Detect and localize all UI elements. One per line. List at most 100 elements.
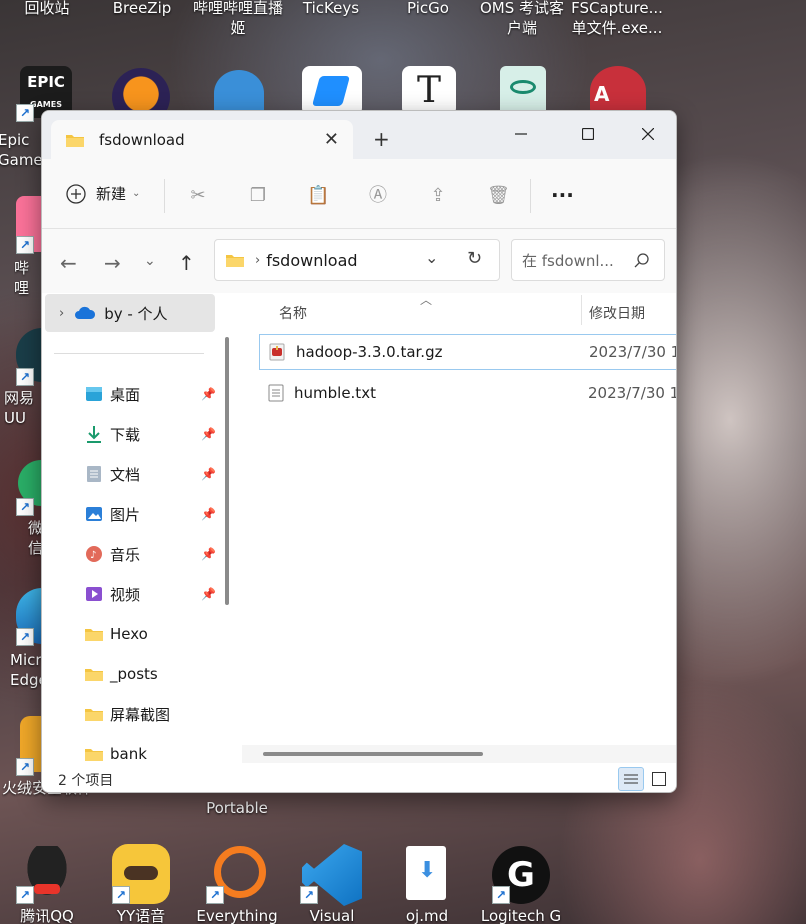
desktop-label: Microsoft Edge (10, 651, 42, 689)
desktop-icon-qq[interactable]: 腾讯QQ (2, 906, 92, 924)
folder-icon (226, 255, 244, 267)
svg-text:♪: ♪ (90, 550, 96, 561)
address-bar[interactable]: › fsdownload ⌄ ↻ (214, 239, 500, 281)
details-view-button[interactable] (618, 767, 644, 791)
desktop-label: YY语音 (116, 907, 166, 924)
share-icon[interactable]: ⇪ (427, 185, 449, 207)
close-tab-icon[interactable]: ✕ (324, 129, 339, 150)
sidebar-item-pictures[interactable]: 图片 📌 (84, 498, 216, 530)
download-icon (84, 424, 104, 444)
copy-icon[interactable]: ❐ (247, 185, 269, 207)
desktop-icon-yy[interactable]: YY语音 (96, 906, 186, 924)
sidebar-item-label: 图片 (110, 505, 141, 524)
pin-icon: 📌 (201, 467, 216, 481)
sidebar-item-videos[interactable]: 视频 📌 (84, 578, 216, 610)
delete-icon[interactable]: 🗑 (487, 185, 510, 207)
column-header-modified[interactable]: 修改日期 (589, 303, 645, 323)
desktop-icon-vscode[interactable]: Visual (287, 906, 377, 924)
breadcrumb-current[interactable]: fsdownload (266, 251, 357, 270)
minimize-button[interactable] (498, 119, 544, 149)
desktop-icon-wechat[interactable]: 微信 (28, 518, 42, 558)
desktop-icon-bilibili-live[interactable]: 哔哩哔哩直播姬 (190, 0, 286, 38)
refresh-icon[interactable]: ↻ (467, 248, 482, 269)
breadcrumb-chevron-icon: › (255, 252, 261, 268)
recent-chevron-icon[interactable]: ⌄ (144, 253, 156, 269)
desktop-icon-edge[interactable]: Microsoft Edge (10, 650, 42, 690)
more-options-button[interactable]: ... (551, 179, 574, 201)
desktop-icon-everything[interactable]: Everything (192, 906, 282, 924)
sidebar-item-music[interactable]: ♪ 音乐 📌 (84, 538, 216, 570)
new-tab-button[interactable]: + (373, 127, 390, 151)
sidebar-item-downloads[interactable]: 下载 📌 (84, 418, 216, 450)
desktop-icon-epic[interactable]: Epic Games Launcher (0, 130, 42, 170)
desktop-icon-logitech[interactable]: Logitech G (476, 906, 566, 924)
desktop-label: TicKeys (302, 0, 360, 17)
toolbar-divider (164, 179, 165, 213)
desktop-label: OMS 考试客户端 (479, 0, 565, 37)
rename-icon[interactable]: Ⓐ (367, 185, 389, 207)
shortcut-arrow-icon: ↗ (112, 886, 130, 904)
desktop-icon-picgo[interactable]: PicGo (383, 0, 473, 18)
tab-title: fsdownload (99, 130, 185, 149)
tab-fsdownload[interactable]: fsdownload ✕ (51, 120, 353, 159)
shortcut-arrow-icon: ↗ (206, 886, 224, 904)
desktop-icon-uu[interactable]: 网易UU (4, 388, 42, 428)
file-row-hadoop[interactable]: hadoop-3.3.0.tar.gz 2023/7/30 1 (259, 334, 677, 370)
desktop-label: Visual (309, 907, 355, 924)
maximize-button[interactable] (565, 119, 611, 149)
sidebar-item-desktop[interactable]: 桌面 📌 (84, 378, 216, 410)
shortcut-arrow-icon: ↗ (16, 498, 34, 516)
address-dropdown-icon[interactable]: ⌄ (425, 248, 438, 267)
file-row-humble[interactable]: humble.txt 2023/7/30 1 (259, 375, 676, 411)
new-button[interactable]: 新建 ⌄ (66, 183, 140, 204)
command-bar: 新建 ⌄ ✂ ❐ 📋 Ⓐ ⇪ 🗑 ... (42, 159, 676, 229)
tickeys-icon[interactable] (302, 66, 362, 116)
sidebar-item-hexo[interactable]: Hexo (84, 618, 216, 650)
horizontal-scrollbar[interactable] (263, 752, 483, 756)
up-arrow-icon[interactable]: ↑ (178, 251, 195, 275)
desktop-icon-recycle-bin[interactable]: 回收站 (2, 0, 92, 18)
desktop-icon-fscapture[interactable]: FSCapture... 单文件.exe... (570, 0, 664, 38)
sidebar-divider (54, 353, 204, 354)
tiles-view-icon (652, 772, 666, 786)
pin-icon: 📌 (201, 427, 216, 441)
paste-icon[interactable]: 📋 (307, 185, 329, 207)
sidebar-item-onedrive[interactable]: › by - 个人 (45, 294, 215, 332)
desktop-icon-tickeys[interactable]: TicKeys (286, 0, 376, 18)
pin-icon: 📌 (201, 547, 216, 561)
forward-arrow-icon[interactable]: → (104, 251, 121, 275)
desktop-label: BreeZip (112, 0, 172, 17)
access-icon[interactable]: A (590, 66, 646, 116)
cut-icon[interactable]: ✂ (187, 185, 209, 207)
tiles-view-button[interactable] (646, 767, 672, 791)
column-header-name[interactable]: 名称 (279, 303, 307, 323)
expand-chevron-icon[interactable]: › (59, 306, 64, 321)
desktop-label: oj.md (405, 907, 449, 924)
markdown-file-icon[interactable]: ⬇ (406, 846, 446, 900)
close-window-button[interactable] (625, 119, 671, 149)
desktop-icon-breezip[interactable]: BreeZip (97, 0, 187, 18)
desktop-icon-oj-md[interactable]: oj.md (382, 906, 472, 924)
desktop-icon-oms[interactable]: OMS 考试客户端 (476, 0, 568, 38)
folder-icon (84, 624, 104, 644)
sidebar-item-documents[interactable]: 文档 📌 (84, 458, 216, 490)
desktop-icon (84, 384, 104, 404)
sidebar-item-label: 音乐 (110, 545, 141, 564)
sidebar-item-posts[interactable]: _posts (84, 658, 216, 690)
sidebar-item-screenshots[interactable]: 屏幕截图 (84, 698, 216, 730)
typora-icon[interactable]: T (402, 66, 456, 116)
sidebar-scrollbar[interactable] (225, 337, 229, 605)
desktop-icon-bilibili[interactable]: 哔哩 (14, 258, 42, 298)
onedrive-cloud-icon (75, 306, 96, 319)
sidebar-item-label: 屏幕截图 (110, 705, 171, 724)
file-name: hadoop-3.3.0.tar.gz (296, 343, 443, 361)
oms-icon[interactable] (500, 66, 546, 116)
desktop-label: 腾讯QQ (20, 907, 74, 924)
desktop-label: PicGo (407, 0, 449, 17)
desktop-label: Everything (196, 907, 278, 924)
back-arrow-icon[interactable]: ← (60, 251, 77, 275)
file-name: humble.txt (294, 384, 376, 402)
file-date: 2023/7/30 1 (589, 343, 677, 361)
column-divider[interactable] (581, 295, 582, 325)
search-box[interactable]: 在 fsdownl... (511, 239, 665, 281)
